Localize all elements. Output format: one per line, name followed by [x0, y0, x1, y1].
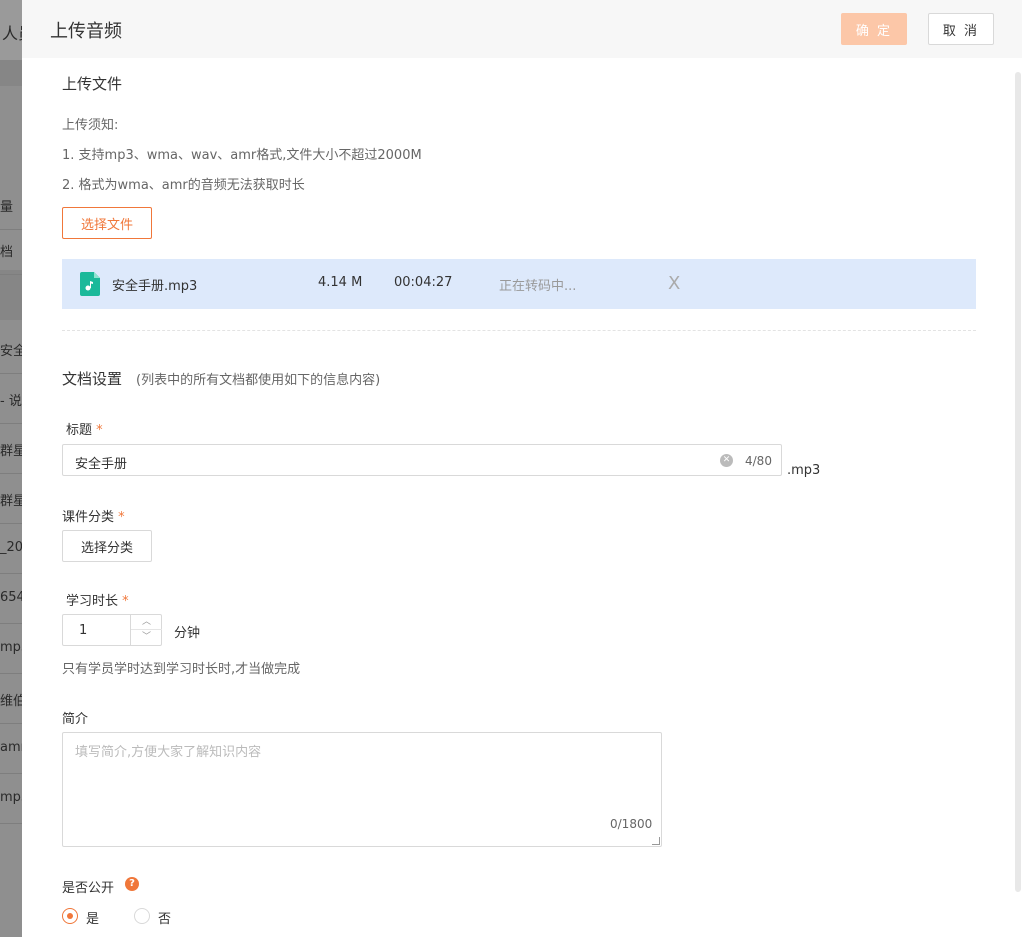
duration-label: 学习时长 *: [66, 594, 129, 609]
settings-section-title: 文档设置: [62, 370, 123, 388]
file-size: 4.14 M: [318, 275, 363, 290]
background-row: - 说: [0, 374, 22, 424]
stepper-arrows: ︿ ﹀: [130, 615, 162, 645]
duration-value: 1: [79, 623, 88, 638]
help-icon[interactable]: ?: [125, 877, 139, 891]
background-row: 量: [0, 180, 22, 230]
background-header: 人员: [0, 0, 22, 60]
title-char-count: 4/80: [745, 454, 772, 468]
background-row: 档: [0, 225, 22, 275]
intro-placeholder: 填写简介,方便大家了解知识内容: [75, 745, 262, 760]
public-no-radio[interactable]: [134, 908, 150, 924]
remove-file-button[interactable]: X: [668, 273, 680, 294]
intro-textarea[interactable]: 填写简介,方便大家了解知识内容 0/1800: [62, 732, 662, 847]
background-row: 维伯: [0, 674, 22, 724]
title-suffix: .mp3: [787, 463, 821, 478]
upload-section-title: 上传文件: [62, 75, 123, 93]
confirm-button[interactable]: 确 定: [841, 13, 907, 45]
section-divider: [62, 330, 976, 331]
select-file-button[interactable]: 选择文件: [62, 207, 152, 239]
category-label: 课件分类 *: [62, 510, 125, 525]
upload-notice-2: 2. 格式为wma、amr的音频无法获取时长: [62, 178, 305, 193]
background-row: 群星: [0, 424, 22, 474]
intro-char-count: 0/1800: [610, 817, 653, 831]
cancel-button[interactable]: 取 消: [928, 13, 994, 45]
public-label: 是否公开: [62, 881, 115, 896]
duration-unit: 分钟: [174, 626, 201, 641]
stepper-up-icon[interactable]: ︿: [131, 615, 162, 630]
public-no-label[interactable]: 否: [158, 908, 171, 927]
background-row: 654: [0, 574, 22, 624]
file-status: 正在转码中...: [499, 279, 577, 294]
resize-handle-icon[interactable]: [652, 837, 660, 845]
file-duration: 00:04:27: [394, 275, 453, 290]
background-row: _20: [0, 524, 22, 574]
title-label: 标题 *: [66, 423, 103, 438]
drawer-scrollbar[interactable]: [1015, 72, 1021, 892]
settings-section-note: (列表中的所有文档都使用如下的信息内容): [136, 373, 381, 388]
background-band: [0, 60, 22, 86]
title-input[interactable]: 安全手册 ✕ 4/80: [62, 444, 782, 476]
audio-file-icon: [80, 272, 100, 296]
stepper-down-icon[interactable]: ﹀: [131, 630, 162, 645]
background-row: mp3: [0, 624, 22, 674]
file-name: 安全手册.mp3: [112, 279, 198, 294]
background-list: 人员 量 档 安全 - 说 群星 群星 _20 654 mp3 维伯 amr m…: [0, 0, 22, 937]
clear-icon[interactable]: ✕: [720, 454, 733, 467]
duration-stepper[interactable]: 1 ︿ ﹀: [62, 614, 162, 646]
public-yes-radio[interactable]: [62, 908, 78, 924]
drawer-header: 上传音频 确 定 取 消: [22, 0, 1022, 58]
title-input-value: 安全手册: [75, 457, 128, 472]
upload-audio-drawer: 上传音频 确 定 取 消 上传文件 上传须知: 1. 支持mp3、wma、wav…: [22, 0, 1022, 937]
upload-notice-title: 上传须知:: [62, 118, 119, 133]
background-band: [0, 270, 22, 320]
select-category-button[interactable]: 选择分类: [62, 530, 152, 562]
public-yes-label[interactable]: 是: [86, 908, 99, 927]
background-row: 群星: [0, 474, 22, 524]
background-row: mp3: [0, 774, 22, 824]
intro-label: 简介: [62, 712, 89, 727]
background-row: 安全: [0, 324, 22, 374]
duration-hint: 只有学员学时达到学习时长时,才当做完成: [62, 662, 301, 677]
uploaded-file-row: 安全手册.mp3 4.14 M 00:04:27 正在转码中... X: [62, 259, 976, 309]
drawer-title: 上传音频: [50, 21, 122, 42]
upload-notice-1: 1. 支持mp3、wma、wav、amr格式,文件大小不超过2000M: [62, 148, 422, 163]
background-row: amr: [0, 724, 22, 774]
